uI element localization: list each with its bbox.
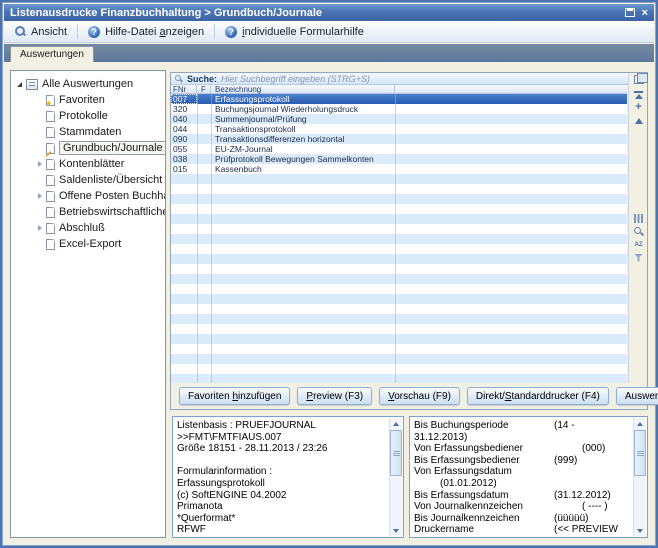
scroll-up-arrow[interactable] bbox=[390, 418, 402, 429]
help-icon: ? bbox=[88, 26, 100, 38]
parameter-info-text: Bis Buchungsperiode(14 - 31.12.2013) Von… bbox=[414, 420, 631, 535]
table-row[interactable]: 038Prüfprotokoll Bewegungen Sammelkonten bbox=[171, 154, 627, 164]
restore-icon[interactable] bbox=[625, 8, 635, 17]
toolbar-separator bbox=[214, 24, 215, 39]
column-header-f[interactable]: F bbox=[197, 85, 211, 93]
report-list-panel: Suche: Hier Suchbegriff eingeben (STRG+S… bbox=[170, 72, 648, 410]
vorschau-button[interactable]: Vorschau (F9) bbox=[379, 387, 460, 405]
view-button[interactable]: Ansicht bbox=[9, 24, 73, 40]
tree-item-saldenliste[interactable]: Saldenliste/Übersicht bbox=[11, 172, 165, 188]
tree-item-favoriten[interactable]: ★ Favoriten bbox=[11, 92, 165, 108]
app-window: { "window": { "title": "Listenausdrucke … bbox=[0, 0, 658, 548]
toolbar: Ansicht ? Hilfe-Datei anzeigen ? individ… bbox=[4, 21, 654, 43]
column-header-fnr[interactable]: FNr bbox=[171, 85, 197, 93]
tree-item-betriebswirtschaftliche[interactable]: Betriebswirtschaftliche Auswertungen bbox=[11, 204, 165, 220]
column-chooser-icon[interactable] bbox=[632, 74, 645, 85]
collapsed-icon[interactable] bbox=[34, 225, 45, 231]
title-bar: Listenausdrucke Finanzbuchhaltung > Grun… bbox=[4, 4, 654, 21]
table-row[interactable]: 320Buchungsjournal Wiederholungsdruck bbox=[171, 104, 627, 114]
direct-printer-button[interactable]: Direkt/Standarddrucker (F4) bbox=[467, 387, 609, 405]
tree-item-stammdaten[interactable]: Stammdaten bbox=[11, 124, 165, 140]
favorites-icon: ★ bbox=[46, 95, 55, 106]
preview-button[interactable]: Preview (F3) bbox=[297, 387, 372, 405]
search-icon bbox=[175, 75, 183, 83]
table-row[interactable]: 055EU-ZM-Journal bbox=[171, 144, 627, 154]
report-table-body: 007Erfassungsprotokoll 320Buchungsjourna… bbox=[171, 94, 627, 383]
search-list-icon[interactable] bbox=[632, 226, 645, 237]
action-button-bar: Favoriten hinzufügen Preview (F3) Vorsch… bbox=[171, 383, 647, 409]
collapsed-icon[interactable] bbox=[34, 193, 45, 199]
tree-item-protokolle[interactable]: Protokolle bbox=[11, 108, 165, 124]
reports-root-icon bbox=[26, 79, 38, 90]
scrollbar[interactable] bbox=[389, 418, 402, 536]
add-icon[interactable]: + bbox=[632, 102, 645, 113]
window-controls: × bbox=[625, 8, 648, 18]
parameter-info-panel: Bis Buchungsperiode(14 - 31.12.2013) Von… bbox=[409, 416, 648, 538]
empty-rows bbox=[171, 174, 627, 383]
close-icon[interactable]: × bbox=[642, 8, 648, 18]
scroll-down-arrow[interactable] bbox=[390, 525, 402, 536]
table-row[interactable]: 044Transaktionsprotokoll bbox=[171, 124, 627, 134]
scroll-down-arrow[interactable] bbox=[634, 525, 646, 536]
view-button-label: Ansicht bbox=[31, 26, 67, 38]
list-tool-rail: + AZ bbox=[628, 73, 647, 383]
form-help-button[interactable]: ? individuelle Formularhilfe bbox=[219, 24, 370, 40]
print-report-button[interactable]: Auswertung drucken bbox=[616, 387, 658, 405]
document-icon bbox=[46, 191, 55, 202]
columns-icon[interactable] bbox=[632, 213, 645, 224]
document-icon bbox=[46, 239, 55, 250]
column-header-bezeichnung[interactable]: Bezeichnung bbox=[211, 85, 395, 93]
table-row[interactable]: 090Transaktionsdifferenzen horizontal bbox=[171, 134, 627, 144]
document-icon bbox=[46, 223, 55, 234]
window-title: Listenausdrucke Finanzbuchhaltung > Grun… bbox=[10, 7, 322, 19]
expanded-icon[interactable] bbox=[14, 82, 25, 87]
filter-icon[interactable] bbox=[632, 252, 645, 263]
help-file-button[interactable]: ? Hilfe-Datei anzeigen bbox=[82, 24, 210, 40]
list-info-panel: Listenbasis : PRUEFJOURNAL >>FMT\FMTFIAU… bbox=[172, 416, 404, 538]
search-bar[interactable]: Suche: Hier Suchbegriff eingeben (STRG+S… bbox=[171, 73, 647, 85]
tab-strip: Auswertungen bbox=[4, 44, 654, 62]
document-icon bbox=[46, 175, 55, 186]
toolbar-separator bbox=[77, 24, 78, 39]
table-row[interactable]: 007Erfassungsprotokoll bbox=[171, 94, 627, 104]
sort-az-icon[interactable]: AZ bbox=[632, 239, 645, 250]
scrollbar[interactable] bbox=[633, 418, 646, 536]
tree-item-kontenblaetter[interactable]: Kontenblätter bbox=[11, 156, 165, 172]
application-window: Listenausdrucke Finanzbuchhaltung > Grun… bbox=[0, 0, 658, 548]
tree-item-abschluss[interactable]: Abschluß bbox=[11, 220, 165, 236]
tree-item-grundbuch-journale[interactable]: Grundbuch/Journale bbox=[11, 140, 165, 156]
scroll-thumb[interactable] bbox=[634, 430, 646, 476]
report-tree-panel: Alle Auswertungen ★ Favoriten Protokolle… bbox=[10, 70, 166, 538]
list-info-text: Listenbasis : PRUEFJOURNAL >>FMT\FMTFIAU… bbox=[177, 420, 387, 535]
document-edit-icon bbox=[46, 143, 55, 154]
help-file-button-label: Hilfe-Datei anzeigen bbox=[105, 26, 204, 38]
tree-item-excel-export[interactable]: Excel-Export bbox=[11, 236, 165, 252]
scroll-thumb[interactable] bbox=[390, 430, 402, 476]
form-help-button-label: individuelle Formularhilfe bbox=[242, 26, 364, 38]
collapsed-icon[interactable] bbox=[34, 161, 45, 167]
scroll-up-icon[interactable] bbox=[632, 115, 645, 126]
scroll-up-arrow[interactable] bbox=[634, 418, 646, 429]
document-icon bbox=[46, 127, 55, 138]
search-label: Suche: bbox=[187, 74, 217, 84]
tree-item-alle-auswertungen[interactable]: Alle Auswertungen bbox=[11, 76, 165, 92]
table-header: FNr F Bezeichnung bbox=[171, 85, 627, 94]
document-icon bbox=[46, 207, 55, 218]
document-icon bbox=[46, 159, 55, 170]
view-magnifier-icon bbox=[15, 26, 26, 37]
tab-auswertungen[interactable]: Auswertungen bbox=[10, 46, 94, 62]
jump-top-icon[interactable] bbox=[632, 89, 645, 100]
help-icon: ? bbox=[225, 26, 237, 38]
column-header-empty bbox=[395, 85, 627, 93]
add-favorite-button[interactable]: Favoriten hinzufügen bbox=[179, 387, 290, 405]
table-row[interactable]: 040Summenjournal/Prüfung bbox=[171, 114, 627, 124]
table-row[interactable]: 015Kassenbuch bbox=[171, 164, 627, 174]
search-input[interactable]: Hier Suchbegriff eingeben (STRG+S) bbox=[221, 74, 370, 84]
tree-item-offene-posten[interactable]: Offene Posten Buchhaltung bbox=[11, 188, 165, 204]
document-icon bbox=[46, 111, 55, 122]
